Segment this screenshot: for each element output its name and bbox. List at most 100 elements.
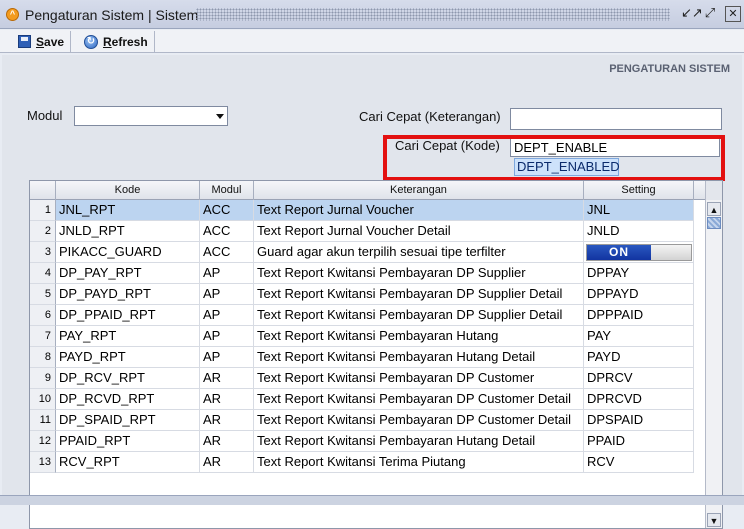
settings-table: Kode Modul Keterangan Setting 1 JNL_RPT …	[29, 180, 723, 529]
highlight-annotation	[383, 135, 725, 181]
cell-keterangan[interactable]: Text Report Kwitansi Terima Piutang	[254, 452, 584, 473]
cell-keterangan[interactable]: Text Report Kwitansi Pembayaran DP Custo…	[254, 368, 584, 389]
cell-kode[interactable]: PIKACC_GUARD	[56, 242, 200, 263]
cell-keterangan[interactable]: Guard agar akun terpilih sesuai tipe ter…	[254, 242, 584, 263]
cell-keterangan[interactable]: Text Report Jurnal Voucher	[254, 200, 584, 221]
cell-setting[interactable]: PPAID	[584, 431, 694, 452]
cell-modul[interactable]: AR	[200, 410, 254, 431]
cell-modul[interactable]: AR	[200, 452, 254, 473]
modul-label: Modul	[27, 108, 63, 123]
table-row[interactable]: 11 DP_SPAID_RPT AR Text Report Kwitansi …	[30, 410, 705, 431]
cell-kode[interactable]: JNLD_RPT	[56, 221, 200, 242]
cell-modul[interactable]: AP	[200, 347, 254, 368]
scrollbar-thumb[interactable]	[707, 217, 721, 229]
table-row[interactable]: 5 DP_PAYD_RPT AP Text Report Kwitansi Pe…	[30, 284, 705, 305]
maximize-icon[interactable]: ⤢	[702, 6, 718, 22]
cell-setting[interactable]: DPRCV	[584, 368, 694, 389]
cell-keterangan[interactable]: Text Report Kwitansi Pembayaran DP Custo…	[254, 389, 584, 410]
app-logo-icon: ^	[6, 8, 19, 21]
table-row[interactable]: 9 DP_RCV_RPT AR Text Report Kwitansi Pem…	[30, 368, 705, 389]
column-header-modul[interactable]: Modul	[200, 181, 254, 200]
cell-kode[interactable]: PAYD_RPT	[56, 347, 200, 368]
cell-setting[interactable]: DPRCVD	[584, 389, 694, 410]
cell-kode[interactable]: DP_PAY_RPT	[56, 263, 200, 284]
title-bar-grip[interactable]	[196, 8, 670, 21]
vertical-scrollbar[interactable]: ▲ ▼	[705, 181, 722, 528]
cell-keterangan[interactable]: Text Report Kwitansi Pembayaran Hutang D…	[254, 431, 584, 452]
close-icon[interactable]: ✕	[725, 6, 741, 22]
column-header-setting[interactable]: Setting	[584, 181, 694, 200]
cell-setting[interactable]: PAY	[584, 326, 694, 347]
scroll-up-icon[interactable]: ▲	[707, 202, 721, 216]
scrollbar-corner	[706, 181, 722, 200]
row-number: 11	[30, 410, 56, 431]
row-number: 4	[30, 263, 56, 284]
cell-setting[interactable]: JNLD	[584, 221, 694, 242]
cell-keterangan[interactable]: Text Report Kwitansi Pembayaran Hutang D…	[254, 347, 584, 368]
status-bar	[0, 495, 744, 505]
column-header-keterangan[interactable]: Keterangan	[254, 181, 584, 200]
cell-kode[interactable]: PAY_RPT	[56, 326, 200, 347]
modul-select[interactable]	[74, 106, 228, 126]
table-row[interactable]: 8 PAYD_RPT AP Text Report Kwitansi Pemba…	[30, 347, 705, 368]
column-header-kode[interactable]: Kode	[56, 181, 200, 200]
cell-modul[interactable]: AP	[200, 263, 254, 284]
cell-modul[interactable]: AP	[200, 305, 254, 326]
row-number: 10	[30, 389, 56, 410]
refresh-button-label: Refresh	[103, 34, 148, 49]
cell-keterangan[interactable]: Text Report Kwitansi Pembayaran DP Custo…	[254, 410, 584, 431]
cell-kode[interactable]: DP_RCV_RPT	[56, 368, 200, 389]
table-row[interactable]: 12 PPAID_RPT AR Text Report Kwitansi Pem…	[30, 431, 705, 452]
cell-keterangan[interactable]: Text Report Kwitansi Pembayaran DP Suppl…	[254, 305, 584, 326]
cell-setting[interactable]: DPPPAID	[584, 305, 694, 326]
row-number: 13	[30, 452, 56, 473]
cell-kode[interactable]: DP_PAYD_RPT	[56, 284, 200, 305]
cell-keterangan[interactable]: Text Report Kwitansi Pembayaran DP Suppl…	[254, 263, 584, 284]
cell-keterangan[interactable]: Text Report Kwitansi Pembayaran Hutang	[254, 326, 584, 347]
refresh-icon: ↻	[84, 34, 98, 49]
cell-setting[interactable]: DPPAYD	[584, 284, 694, 305]
cell-setting[interactable]: PAYD	[584, 347, 694, 368]
cell-modul[interactable]: AR	[200, 431, 254, 452]
row-number: 12	[30, 431, 56, 452]
minimize-icon[interactable]: ↙↗	[681, 6, 703, 22]
cell-modul[interactable]: AP	[200, 326, 254, 347]
table-row[interactable]: 6 DP_PPAID_RPT AP Text Report Kwitansi P…	[30, 305, 705, 326]
cell-modul[interactable]: ACC	[200, 200, 254, 221]
table-row[interactable]: 3 PIKACC_GUARD ACC Guard agar akun terpi…	[30, 242, 705, 263]
cell-kode[interactable]: PPAID_RPT	[56, 431, 200, 452]
table-row[interactable]: 10 DP_RCVD_RPT AR Text Report Kwitansi P…	[30, 389, 705, 410]
save-button[interactable]: Save	[12, 31, 72, 52]
table-row[interactable]: 13 RCV_RPT AR Text Report Kwitansi Terim…	[30, 452, 705, 473]
table-row[interactable]: 2 JNLD_RPT ACC Text Report Jurnal Vouche…	[30, 221, 705, 242]
cell-modul[interactable]: ACC	[200, 242, 254, 263]
cell-setting[interactable]: DPSPAID	[584, 410, 694, 431]
cell-keterangan[interactable]: Text Report Jurnal Voucher Detail	[254, 221, 584, 242]
cell-modul[interactable]: AP	[200, 284, 254, 305]
cell-kode[interactable]: DP_RCVD_RPT	[56, 389, 200, 410]
cell-kode[interactable]: RCV_RPT	[56, 452, 200, 473]
cell-modul[interactable]: AR	[200, 368, 254, 389]
cell-setting[interactable]: DPPAY	[584, 263, 694, 284]
scroll-down-icon[interactable]: ▼	[707, 513, 721, 527]
main-panel: PENGATURAN SISTEM Modul Cari Cepat (Kete…	[2, 55, 742, 529]
table-row[interactable]: 4 DP_PAY_RPT AP Text Report Kwitansi Pem…	[30, 263, 705, 284]
cell-setting[interactable]: RCV	[584, 452, 694, 473]
save-button-label: Save	[36, 34, 65, 49]
cell-kode[interactable]: DP_SPAID_RPT	[56, 410, 200, 431]
cell-kode[interactable]: JNL_RPT	[56, 200, 200, 221]
row-number: 8	[30, 347, 56, 368]
table-row[interactable]: 1 JNL_RPT ACC Text Report Jurnal Voucher…	[30, 200, 705, 221]
cell-modul[interactable]: AR	[200, 389, 254, 410]
setting-toggle[interactable]: ON	[586, 244, 692, 261]
cell-kode[interactable]: DP_PPAID_RPT	[56, 305, 200, 326]
table-row[interactable]: 7 PAY_RPT AP Text Report Kwitansi Pembay…	[30, 326, 705, 347]
refresh-button[interactable]: ↻ Refresh	[78, 31, 155, 52]
cell-setting[interactable]: ON	[584, 242, 694, 263]
toggle-on-label: ON	[587, 245, 651, 260]
row-number: 5	[30, 284, 56, 305]
cell-keterangan[interactable]: Text Report Kwitansi Pembayaran DP Suppl…	[254, 284, 584, 305]
search-desc-input[interactable]	[510, 108, 722, 130]
cell-setting[interactable]: JNL	[584, 200, 694, 221]
cell-modul[interactable]: ACC	[200, 221, 254, 242]
